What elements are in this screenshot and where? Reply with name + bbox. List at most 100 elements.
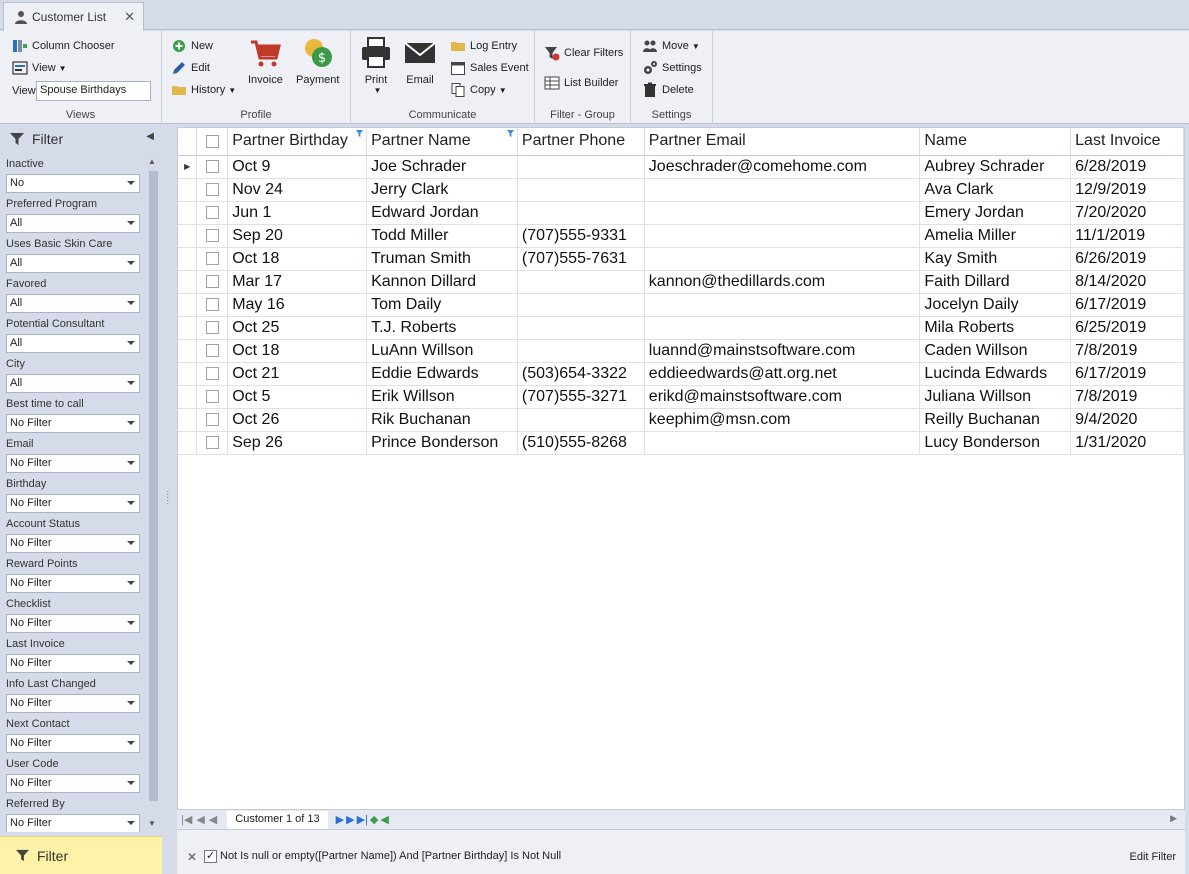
table-row[interactable]: Nov 24 Jerry Clark Ava Clark 12/9/2019 — [178, 178, 1184, 202]
dropdown-arrow-icon[interactable] — [127, 221, 135, 225]
dropdown-arrow-icon[interactable] — [127, 261, 135, 265]
row-checkbox[interactable] — [205, 251, 219, 265]
table-cell[interactable]: (503)654-3322 — [517, 362, 645, 386]
table-cell[interactable]: (707)555-9331 — [517, 224, 645, 248]
column-filter-icon[interactable] — [356, 130, 364, 137]
filter-enabled-checkbox[interactable]: ✓ — [204, 850, 217, 863]
table-cell[interactable] — [517, 201, 645, 225]
table-row[interactable]: Oct 26 Rik Buchanan keephim@msn.com Reilly … — [178, 408, 1184, 432]
scroll-right-icon[interactable]: ▶ — [1170, 813, 1177, 824]
dropdown-arrow-icon[interactable] — [127, 621, 135, 625]
copy-menu-button[interactable]: Copy ▼ — [450, 81, 507, 99]
table-cell[interactable]: Kay Smith — [919, 247, 1072, 271]
filter-panel-footer[interactable]: Filter — [0, 836, 162, 874]
table-cell[interactable]: T.J. Roberts — [366, 316, 518, 340]
table-cell[interactable] — [644, 293, 921, 317]
edit-filter-link[interactable]: Edit Filter — [1130, 851, 1176, 863]
print-button[interactable]: Print ▼ — [359, 36, 393, 95]
table-cell[interactable] — [517, 270, 645, 294]
table-cell[interactable]: Mila Roberts — [919, 316, 1072, 340]
table-cell[interactable]: Kannon Dillard — [366, 270, 518, 294]
table-cell[interactable]: Oct 5 — [227, 385, 368, 409]
table-cell[interactable] — [517, 339, 645, 363]
column-header[interactable]: Partner Birthday — [227, 128, 368, 156]
previous-page-icon[interactable]: ◀ — [196, 813, 204, 826]
close-icon[interactable]: ✕ — [124, 9, 135, 25]
table-cell[interactable]: Amelia Miller — [919, 224, 1072, 248]
delete-button[interactable]: Delete — [642, 81, 694, 99]
filter-item-select[interactable]: All — [6, 214, 140, 233]
dropdown-arrow-icon[interactable] — [127, 301, 135, 305]
filter-item-select[interactable]: No Filter — [6, 814, 140, 832]
table-cell[interactable]: eddieedwards@att.org.net — [644, 362, 921, 386]
row-checkbox[interactable] — [205, 205, 219, 219]
table-cell[interactable] — [644, 178, 921, 202]
row-checkbox[interactable] — [205, 389, 219, 403]
filter-item-select[interactable]: No Filter — [6, 534, 140, 553]
table-cell[interactable]: Nov 24 — [227, 178, 368, 202]
invoice-button[interactable]: Invoice — [248, 36, 283, 86]
dropdown-arrow-icon[interactable] — [127, 821, 135, 825]
view-menu-button[interactable]: View ▼ — [12, 59, 67, 77]
new-button[interactable]: New — [171, 37, 213, 55]
panel-splitter[interactable]: · · · · · — [166, 487, 169, 509]
table-cell[interactable]: keephim@msn.com — [644, 408, 921, 432]
dropdown-arrow-icon[interactable] — [127, 341, 135, 345]
table-cell[interactable]: Reilly Buchanan — [919, 408, 1072, 432]
table-row[interactable]: Sep 20 Todd Miller (707)555-9331 Amelia Mil… — [178, 224, 1184, 248]
dropdown-arrow-icon[interactable] — [127, 181, 135, 185]
table-cell[interactable]: Oct 21 — [227, 362, 368, 386]
row-checkbox[interactable] — [205, 297, 219, 311]
table-cell[interactable]: erikd@mainstsoftware.com — [644, 385, 921, 409]
table-cell[interactable] — [517, 178, 645, 202]
table-cell[interactable]: Sep 26 — [227, 431, 368, 455]
table-cell[interactable]: 9/4/2020 — [1070, 408, 1184, 432]
table-cell[interactable]: Oct 25 — [227, 316, 368, 340]
payment-button[interactable]: $ Payment — [296, 36, 339, 86]
table-cell[interactable]: Mar 17 — [227, 270, 368, 294]
first-record-icon[interactable]: |◀ — [181, 813, 192, 826]
filter-item-select[interactable]: No Filter — [6, 614, 140, 633]
table-cell[interactable] — [517, 293, 645, 317]
table-row[interactable]: Oct 5 Erik Willson (707)555-3271 erikd@main… — [178, 385, 1184, 409]
table-cell[interactable]: Joe Schrader — [366, 155, 518, 179]
filter-item-select[interactable]: No Filter — [6, 654, 140, 673]
table-cell[interactable]: Ava Clark — [919, 178, 1072, 202]
table-cell[interactable]: 6/28/2019 — [1070, 155, 1184, 179]
sales-event-button[interactable]: Sales Event — [450, 59, 529, 77]
table-row[interactable]: ▶ Oct 9 Joe Schrader Joeschrader@comehome.c… — [178, 155, 1184, 179]
table-cell[interactable]: Oct 18 — [227, 339, 368, 363]
collapse-panel-icon[interactable]: ◀ — [146, 131, 154, 142]
scrollbar-thumb[interactable] — [149, 171, 158, 801]
table-cell[interactable]: LuAnn Willson — [366, 339, 518, 363]
table-cell[interactable]: Oct 9 — [227, 155, 368, 179]
view-name-input[interactable]: Spouse Birthdays — [36, 81, 151, 101]
row-checkbox[interactable] — [205, 366, 219, 380]
table-row[interactable]: Mar 17 Kannon Dillard kannon@thedillards.c… — [178, 270, 1184, 294]
column-filter-icon[interactable] — [506, 130, 514, 137]
row-checkbox[interactable] — [205, 320, 219, 334]
clear-filter-expression-icon[interactable]: ✕ — [187, 850, 197, 864]
table-cell[interactable]: Sep 20 — [227, 224, 368, 248]
next-page-icon[interactable]: ▶ — [346, 813, 354, 826]
next-record-icon[interactable]: ▶ — [336, 813, 344, 826]
dropdown-arrow-icon[interactable] — [127, 781, 135, 785]
table-cell[interactable]: Truman Smith — [366, 247, 518, 271]
table-cell[interactable] — [644, 224, 921, 248]
table-cell[interactable]: (510)555-8268 — [517, 431, 645, 455]
move-menu-button[interactable]: Move ▼ — [642, 37, 700, 55]
table-cell[interactable]: Erik Willson — [366, 385, 518, 409]
table-cell[interactable]: (707)555-3271 — [517, 385, 645, 409]
filter-item-select[interactable]: No Filter — [6, 414, 140, 433]
table-cell[interactable]: Joeschrader@comehome.com — [644, 155, 921, 179]
filter-item-select[interactable]: No Filter — [6, 494, 140, 513]
table-row[interactable]: Sep 26 Prince Bonderson (510)555-8268 Lucy … — [178, 431, 1184, 455]
scroll-up-icon[interactable]: ▲ — [148, 157, 156, 166]
table-cell[interactable]: 6/17/2019 — [1070, 362, 1184, 386]
table-cell[interactable]: Jocelyn Daily — [919, 293, 1072, 317]
column-chooser-button[interactable]: Column Chooser — [12, 37, 115, 55]
table-cell[interactable]: Edward Jordan — [366, 201, 518, 225]
filter-item-select[interactable]: No Filter — [6, 734, 140, 753]
table-cell[interactable] — [644, 316, 921, 340]
table-cell[interactable]: Lucy Bonderson — [919, 431, 1072, 455]
